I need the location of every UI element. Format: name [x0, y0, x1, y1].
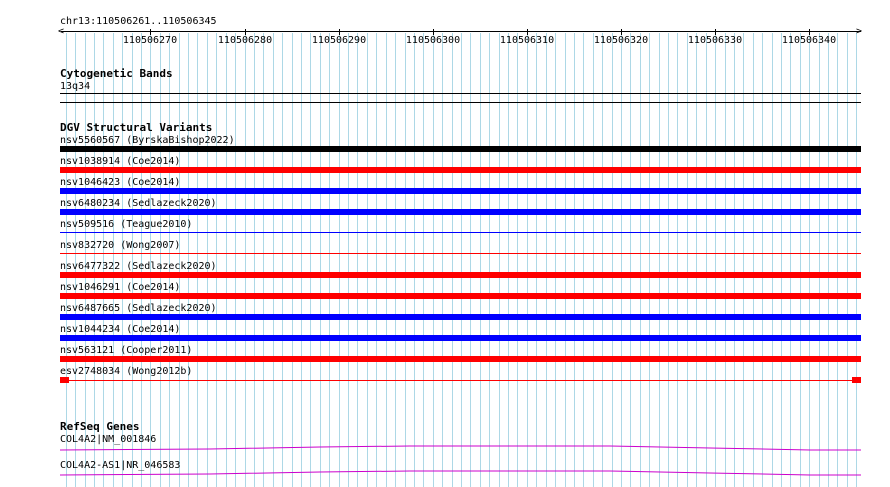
variant-label: nsv1046291 (Coe2014): [60, 282, 181, 293]
ruler-right-arrow-icon: >: [856, 26, 863, 37]
ruler-tick-label: 110506330: [687, 35, 743, 46]
variant-feature[interactable]: [60, 272, 861, 278]
variant-feature[interactable]: [60, 293, 861, 299]
ruler-axis: [61, 31, 861, 32]
variant-label: nsv6477322 (Sedlazeck2020): [60, 261, 217, 272]
variant-label: nsv5560567 (ByrskaBishop2022): [60, 135, 235, 146]
variant-block-right: [852, 377, 861, 383]
variant-feature[interactable]: [60, 209, 861, 215]
variant-feature[interactable]: [60, 253, 861, 254]
variant-label: nsv1038914 (Coe2014): [60, 156, 181, 167]
cytoband-label: 13q34: [60, 81, 91, 92]
cytoband-feature[interactable]: [60, 93, 861, 94]
gene-feature[interactable]: [60, 443, 861, 453]
variant-feature[interactable]: [60, 232, 861, 233]
variant-label: nsv509516 (Teague2010): [60, 219, 193, 230]
variant-feature[interactable]: [60, 314, 861, 320]
ruler-tick-label: 110506300: [405, 35, 461, 46]
cytoband-track-border: [60, 102, 861, 103]
ruler-tick-label: 110506340: [781, 35, 837, 46]
ruler-tick-label: 110506320: [593, 35, 649, 46]
variant-feature[interactable]: [60, 146, 861, 152]
ruler-location: chr13:110506261..110506345: [60, 16, 217, 27]
variant-feature[interactable]: [60, 188, 861, 194]
variant-label: nsv563121 (Cooper2011): [60, 345, 193, 356]
variant-label: nsv832720 (Wong2007): [60, 240, 181, 251]
dgv-track-title: DGV Structural Variants: [60, 121, 213, 134]
gene-feature[interactable]: [60, 469, 861, 479]
ruler-tick-label: 110506280: [217, 35, 273, 46]
ruler-tick-label: 110506270: [122, 35, 178, 46]
ruler-left-arrow-icon: <: [58, 26, 65, 37]
variant-feature[interactable]: [60, 356, 861, 362]
ruler-tick-label: 110506290: [311, 35, 367, 46]
variant-feature[interactable]: [60, 335, 861, 341]
variant-block-left: [60, 377, 69, 383]
variant-label: esv2748034 (Wong2012b): [60, 366, 193, 377]
variant-connector: [60, 380, 861, 381]
variant-label: nsv1046423 (Coe2014): [60, 177, 181, 188]
variant-label: nsv6487665 (Sedlazeck2020): [60, 303, 217, 314]
variant-label: nsv6480234 (Sedlazeck2020): [60, 198, 217, 209]
refseq-track-title: RefSeq Genes: [60, 420, 140, 433]
variant-label: nsv1044234 (Coe2014): [60, 324, 181, 335]
variant-feature[interactable]: [60, 167, 861, 173]
cytoband-track-title: Cytogenetic Bands: [60, 67, 173, 80]
ruler-tick-label: 110506310: [499, 35, 555, 46]
